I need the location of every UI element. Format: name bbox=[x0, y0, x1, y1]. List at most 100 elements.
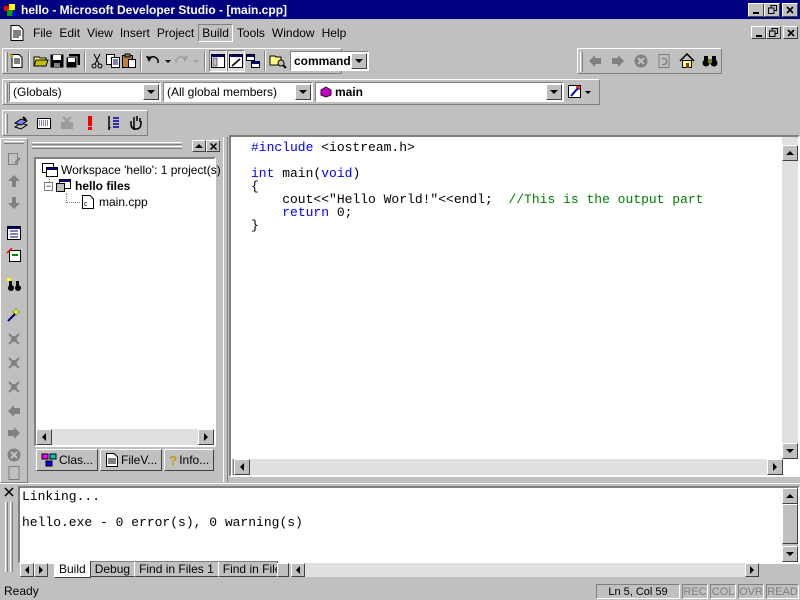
code-line[interactable]: #include <iostream.h> bbox=[251, 141, 704, 154]
chevron-down-icon[interactable] bbox=[143, 84, 159, 100]
doc-restore-button[interactable] bbox=[766, 26, 781, 39]
output-toggle-icon[interactable] bbox=[227, 50, 245, 72]
find-symbol-icon[interactable] bbox=[3, 275, 25, 295]
scroll-right-button[interactable] bbox=[767, 459, 783, 475]
save-all-icon[interactable] bbox=[65, 50, 81, 72]
scroll-left-button[interactable] bbox=[36, 429, 52, 445]
tab-build[interactable]: Build bbox=[54, 561, 91, 578]
editor-gutter[interactable] bbox=[231, 137, 249, 457]
step-over-icon[interactable] bbox=[3, 353, 25, 373]
tree-project-hello[interactable]: − hello files bbox=[44, 179, 130, 193]
add-item-icon[interactable] bbox=[3, 245, 25, 265]
menu-project[interactable]: Project bbox=[154, 25, 197, 41]
tree-file-main-cpp[interactable]: c main.cpp bbox=[80, 195, 148, 209]
back-arrow-icon[interactable] bbox=[584, 50, 607, 72]
workspace-hscrollbar[interactable] bbox=[36, 429, 214, 445]
cut-icon[interactable] bbox=[89, 50, 105, 72]
class-combo[interactable]: (Globals) bbox=[9, 82, 161, 102]
tab-scroll-right-button[interactable] bbox=[34, 562, 48, 577]
chevron-down-icon[interactable] bbox=[350, 53, 367, 69]
workspace-maximize-button[interactable] bbox=[192, 140, 206, 152]
scroll-right-button[interactable] bbox=[198, 429, 214, 445]
stop-icon[interactable] bbox=[630, 50, 653, 72]
back-arrow-icon[interactable] bbox=[3, 401, 25, 421]
refresh-icon[interactable] bbox=[652, 50, 675, 72]
editor-vscrollbar[interactable] bbox=[782, 137, 798, 459]
menu-insert[interactable]: Insert bbox=[117, 25, 153, 41]
output-vscrollbar[interactable] bbox=[782, 488, 798, 562]
scroll-down-button[interactable] bbox=[782, 546, 798, 562]
chevron-down-icon[interactable] bbox=[295, 84, 311, 100]
chevron-down-icon[interactable] bbox=[546, 84, 562, 100]
tab-find-in-files-1[interactable]: Find in Files 1 bbox=[134, 561, 219, 577]
forward-arrow-icon[interactable] bbox=[607, 50, 630, 72]
find-in-files-icon[interactable] bbox=[269, 50, 287, 72]
code-line[interactable]: int main(void) bbox=[251, 167, 704, 180]
menu-build[interactable]: Build bbox=[198, 24, 233, 42]
tab-classview[interactable]: Clas... bbox=[36, 449, 99, 471]
menu-tools[interactable]: Tools bbox=[234, 25, 268, 41]
menu-window[interactable]: Window bbox=[269, 25, 318, 41]
pane-splitter[interactable] bbox=[223, 137, 228, 482]
execute-icon[interactable] bbox=[78, 112, 101, 134]
close-button[interactable] bbox=[782, 2, 798, 17]
devstudio-icon[interactable] bbox=[2, 2, 18, 18]
code-lines[interactable]: #include <iostream.h> int main(void){ cou… bbox=[251, 141, 704, 232]
editor-hscrollbar[interactable] bbox=[231, 459, 783, 475]
tab-find-in-files-2[interactable]: Find in Files bbox=[217, 561, 278, 577]
doc-minimize-button[interactable] bbox=[751, 26, 766, 39]
tab-fileview[interactable]: FileV... bbox=[100, 449, 163, 471]
scroll-up-button[interactable] bbox=[782, 145, 798, 161]
scroll-right-button[interactable] bbox=[744, 562, 759, 577]
doc-close-button[interactable] bbox=[783, 26, 798, 39]
scroll-left-button[interactable] bbox=[234, 459, 250, 475]
code-editor[interactable]: #include <iostream.h> int main(void){ cou… bbox=[229, 135, 800, 477]
grid-window-icon[interactable] bbox=[3, 223, 25, 243]
new-text-file-icon[interactable] bbox=[9, 50, 25, 72]
home-icon[interactable] bbox=[675, 50, 698, 72]
tab-scroll-left-button[interactable] bbox=[20, 562, 34, 577]
paste-icon[interactable] bbox=[121, 50, 137, 72]
wizard-icon[interactable] bbox=[3, 305, 25, 325]
forward-arrow-icon[interactable] bbox=[3, 423, 25, 443]
refresh-icon[interactable] bbox=[3, 465, 25, 481]
code-line[interactable]: return 0; bbox=[251, 206, 704, 219]
step-into-icon[interactable] bbox=[3, 329, 25, 349]
filter-combo[interactable]: (All global members) bbox=[163, 82, 313, 102]
arrow-down-icon[interactable] bbox=[3, 193, 25, 213]
minimize-button[interactable] bbox=[748, 2, 764, 17]
scroll-left-button[interactable] bbox=[290, 562, 305, 577]
output-hscroll-track[interactable] bbox=[304, 562, 745, 577]
tree-workspace-root[interactable]: Workspace 'hello': 1 project(s) bbox=[42, 163, 221, 177]
scroll-down-button[interactable] bbox=[782, 443, 798, 459]
copy-icon[interactable] bbox=[105, 50, 121, 72]
step-out-icon[interactable] bbox=[3, 377, 25, 397]
compile-icon[interactable] bbox=[9, 112, 32, 134]
stop-icon[interactable] bbox=[3, 445, 25, 465]
open-icon[interactable] bbox=[33, 50, 49, 72]
build-icon[interactable] bbox=[32, 112, 55, 134]
menu-file[interactable]: File bbox=[30, 25, 55, 41]
menu-view[interactable]: View bbox=[84, 25, 116, 41]
scroll-thumb[interactable] bbox=[782, 504, 798, 544]
collapse-toggle[interactable]: − bbox=[44, 181, 53, 191]
restore-button[interactable] bbox=[764, 2, 780, 17]
stop-build-icon[interactable] bbox=[55, 112, 78, 134]
workspace-close-button[interactable] bbox=[206, 140, 220, 152]
edit-icon[interactable] bbox=[3, 149, 25, 169]
binoculars-icon[interactable] bbox=[698, 50, 721, 72]
scroll-up-button[interactable] bbox=[782, 488, 798, 504]
tab-splitter[interactable] bbox=[276, 562, 289, 577]
workspace-toggle-icon[interactable] bbox=[209, 50, 227, 72]
wizard-action-icon[interactable] bbox=[566, 81, 596, 103]
undo-icon[interactable] bbox=[145, 50, 173, 72]
save-icon[interactable] bbox=[49, 50, 65, 72]
tab-debug[interactable]: Debug bbox=[89, 561, 136, 577]
redo-icon[interactable] bbox=[173, 50, 201, 72]
menu-help[interactable]: Help bbox=[319, 25, 350, 41]
command-combo[interactable]: command bbox=[290, 51, 369, 71]
breakpoint-icon[interactable] bbox=[124, 112, 147, 134]
document-icon[interactable] bbox=[10, 25, 26, 41]
arrow-up-icon[interactable] bbox=[3, 171, 25, 191]
go-icon[interactable] bbox=[101, 112, 124, 134]
